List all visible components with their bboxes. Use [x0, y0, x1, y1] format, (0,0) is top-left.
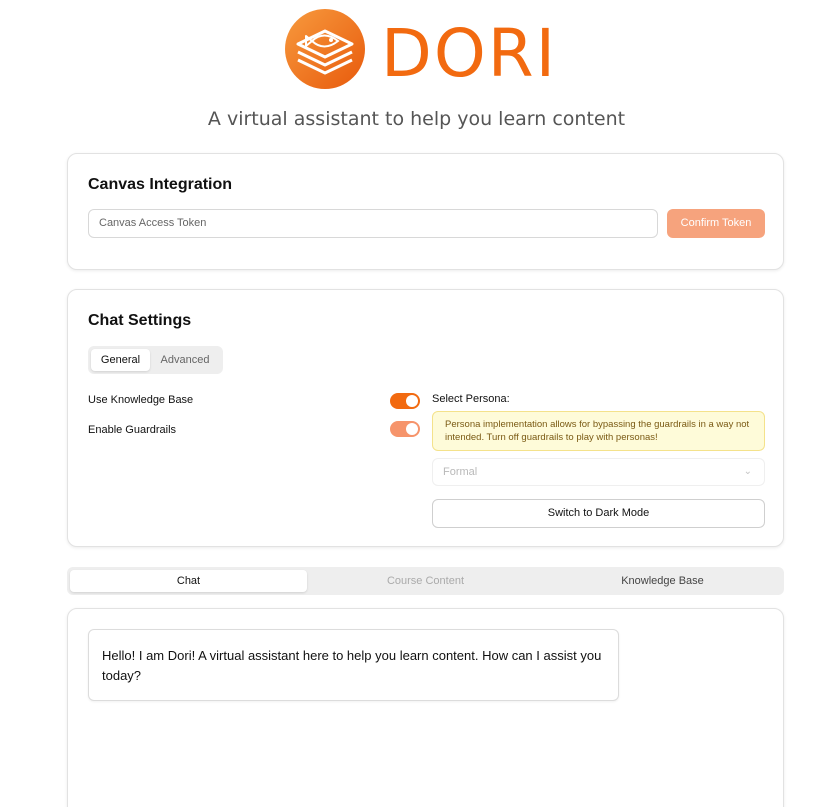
enable-guardrails-label: Enable Guardrails — [88, 424, 177, 436]
persona-warning: Persona implementation allows for bypass… — [432, 411, 765, 451]
tab-chat[interactable]: Chat — [70, 570, 307, 592]
tab-course-content[interactable]: Course Content — [307, 570, 544, 592]
canvas-integration-card: Canvas Integration Canvas Access Token C… — [67, 153, 784, 270]
tab-general[interactable]: General — [91, 349, 150, 371]
chat-settings-card: Chat Settings General Advanced Use Knowl… — [67, 289, 784, 547]
select-persona-label: Select Persona: — [432, 393, 510, 405]
use-knowledge-base-label: Use Knowledge Base — [88, 394, 194, 406]
chevron-down-icon: ⌄ — [743, 466, 752, 477]
brand-name: DORI — [381, 15, 558, 92]
tab-knowledge-base[interactable]: Knowledge Base — [544, 570, 781, 592]
persona-select-value: Formal — [443, 466, 478, 478]
use-knowledge-base-toggle[interactable] — [390, 393, 420, 409]
canvas-token-input[interactable]: Canvas Access Token — [88, 209, 658, 238]
persona-select[interactable]: Formal ⌄ — [432, 458, 765, 486]
tab-advanced[interactable]: Advanced — [152, 349, 218, 371]
enable-guardrails-toggle[interactable] — [390, 421, 420, 437]
canvas-integration-title: Canvas Integration — [88, 176, 233, 193]
tagline: A virtual assistant to help you learn co… — [207, 108, 626, 130]
chat-settings-title: Chat Settings — [88, 312, 192, 329]
app-logo: DORI — [284, 8, 574, 92]
chat-panel: Hello! I am Dori! A virtual assistant he… — [67, 608, 784, 807]
main-tabs: Chat Course Content Knowledge Base — [67, 567, 784, 595]
toggle-knob — [406, 395, 418, 407]
dark-mode-button[interactable]: Switch to Dark Mode — [432, 499, 765, 528]
confirm-token-button[interactable]: Confirm Token — [667, 209, 765, 238]
toggle-knob — [406, 423, 418, 435]
dori-logo-icon — [285, 9, 365, 89]
assistant-message: Hello! I am Dori! A virtual assistant he… — [88, 629, 619, 701]
settings-tabs: General Advanced — [88, 346, 223, 374]
